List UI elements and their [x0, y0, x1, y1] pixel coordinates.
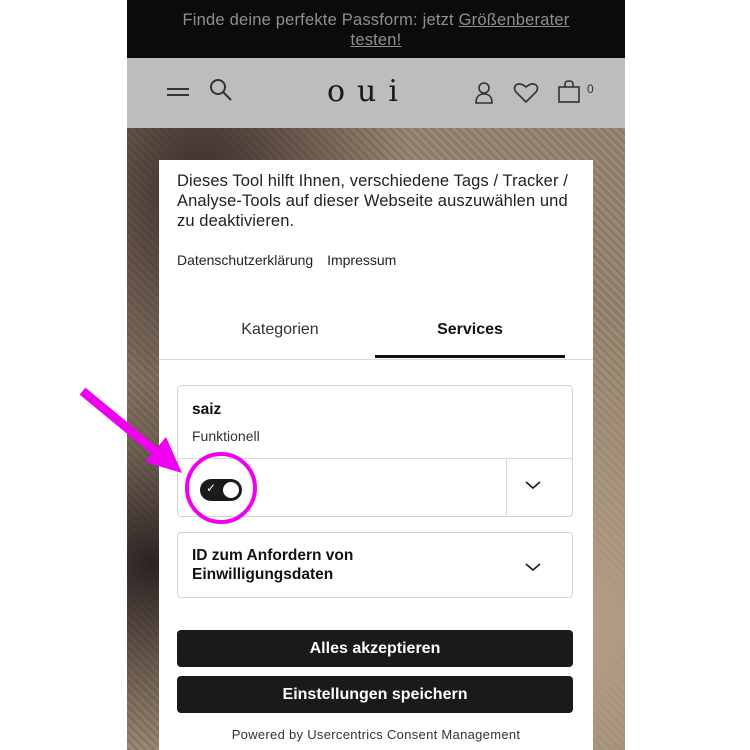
- service-name: saiz: [192, 401, 222, 418]
- account-icon[interactable]: [473, 82, 495, 104]
- consent-id-section[interactable]: ID zum Anfordern von Einwilligungsdaten: [177, 532, 573, 598]
- menu-icon[interactable]: [167, 88, 191, 100]
- tab-categories[interactable]: Kategorien: [185, 318, 375, 358]
- consent-id-title: ID zum Anfordern von Einwilligungsdaten: [192, 547, 354, 583]
- consent-description: Dieses Tool hilft Ihnen, verschiedene Ta…: [177, 172, 568, 230]
- service-vertical-divider: [506, 459, 507, 517]
- site-header: oui 0: [127, 58, 625, 128]
- check-icon: ✓: [206, 481, 217, 495]
- cart-count: 0: [587, 82, 594, 96]
- consent-links: Datenschutzerklärung Impressum: [177, 252, 406, 268]
- tabs-divider: [159, 359, 593, 360]
- chevron-down-icon[interactable]: [524, 478, 542, 490]
- promo-banner: Finde deine perfekte Passform: jetzt Grö…: [127, 0, 625, 58]
- oui-logo[interactable]: oui: [327, 74, 410, 109]
- save-settings-button[interactable]: Einstellungen speichern: [177, 676, 573, 713]
- promo-link-part-1: Größenberater: [458, 11, 570, 29]
- privacy-policy-link[interactable]: Datenschutzerklärung: [177, 252, 313, 268]
- imprint-link[interactable]: Impressum: [327, 252, 396, 268]
- service-divider: [178, 458, 572, 459]
- phone-viewport: Finde deine perfekte Passform: jetzt Grö…: [127, 0, 625, 750]
- service-toggle[interactable]: ✓: [200, 479, 242, 501]
- search-icon[interactable]: [209, 78, 235, 104]
- service-card-saiz: saiz Funktionell ✓: [177, 385, 573, 517]
- promo-link-part-2: testen!: [350, 31, 402, 49]
- tab-services[interactable]: Services: [375, 318, 565, 358]
- powered-by-text: Powered by Usercentrics Consent Manageme…: [231, 727, 521, 742]
- toggle-knob: [223, 482, 239, 498]
- cart-icon[interactable]: [557, 80, 581, 104]
- promo-text: Finde deine perfekte Passform: jetzt: [182, 11, 459, 29]
- service-category: Funktionell: [192, 428, 260, 444]
- chevron-down-icon[interactable]: [524, 560, 542, 572]
- wishlist-icon[interactable]: [513, 82, 539, 104]
- consent-modal: Dieses Tool hilft Ihnen, verschiedene Ta…: [159, 160, 593, 750]
- accept-all-button[interactable]: Alles akzeptieren: [177, 630, 573, 667]
